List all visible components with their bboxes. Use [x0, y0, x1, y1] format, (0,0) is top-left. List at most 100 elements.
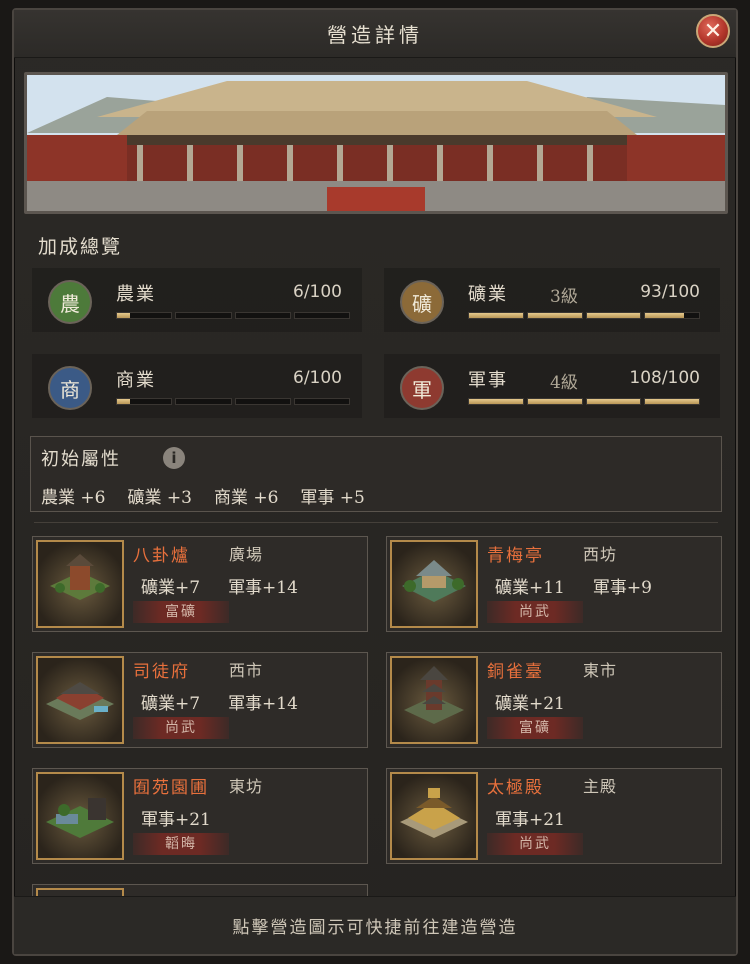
building-card[interactable]: 司徒府 西市 礦業+7 軍事+14 尚武 [32, 652, 368, 748]
building-name: 囿苑園圃 [133, 778, 209, 798]
progress-bar [468, 312, 700, 319]
progress-segment [468, 398, 524, 405]
initial-attribute: 商業 +6 [213, 488, 279, 508]
building-stat: 軍事+21 [141, 810, 211, 830]
building-card[interactable]: 太極殿 主殿 軍事+21 尚武 [386, 768, 722, 864]
stat-value: 93/100 [640, 282, 700, 302]
progress-fill [645, 313, 684, 318]
close-button[interactable]: ✕ [696, 14, 730, 48]
pavilion-building-icon[interactable] [390, 540, 478, 628]
title-bar: 營造詳情 ✕ [14, 10, 736, 58]
building-stat: 礦業+7 [141, 694, 201, 714]
building-stat: 礦業+11 [495, 578, 565, 598]
progress-segment [526, 398, 583, 405]
palace-banner-image [24, 72, 728, 214]
progress-bar [468, 398, 700, 405]
commerce-badge-icon: 商 [48, 366, 92, 410]
building-location: 西坊 [583, 545, 618, 564]
progress-segment [175, 398, 232, 405]
progress-fill [469, 399, 523, 404]
progress-segment [234, 312, 291, 319]
stat-name: 礦業 [468, 284, 508, 305]
mansion-building-icon[interactable] [36, 656, 124, 744]
progress-fill [469, 313, 523, 318]
building-stat: 軍事+14 [228, 578, 298, 598]
agriculture-badge-icon: 農 [48, 280, 92, 324]
stat-value: 108/100 [629, 368, 700, 388]
furnace-building-icon[interactable] [36, 540, 124, 628]
building-name: 司徒府 [133, 662, 190, 682]
stat-value: 6/100 [293, 368, 342, 388]
building-tag: 富礦 [487, 717, 583, 739]
progress-bar [116, 312, 350, 319]
progress-segment [175, 312, 232, 319]
building-stats: 軍事+21 [495, 805, 565, 830]
palace-building-icon[interactable] [390, 772, 478, 860]
initial-attributes-list: 農業 +6 礦業 +3 商業 +6 軍事 +5 [41, 483, 365, 508]
building-location: 西市 [229, 661, 264, 680]
building-tag: 韜晦 [133, 833, 229, 855]
initial-attribute: 礦業 +3 [127, 488, 192, 508]
stat-name: 軍事 [468, 370, 508, 391]
building-name: 太極殿 [487, 778, 544, 798]
building-card[interactable]: 八卦爐 廣場 礦業+7 軍事+14 富礦 [32, 536, 368, 632]
building-stats: 軍事+21 [141, 805, 211, 830]
building-tag: 富礦 [133, 601, 229, 623]
building-location: 東坊 [229, 777, 264, 796]
initial-attribute: 軍事 +5 [300, 488, 365, 508]
building-stat: 軍事+21 [495, 810, 565, 830]
palace-illustration [27, 75, 725, 211]
tower-building-icon[interactable] [390, 656, 478, 744]
footer-hint: 點擊營造圖示可快捷前往建造營造 [14, 896, 736, 954]
info-icon[interactable]: i [163, 447, 185, 469]
progress-fill [117, 313, 131, 318]
stat-row-mining: 礦 礦業 3級 93/100 [384, 268, 720, 332]
building-card[interactable]: 囿苑園圃 東坊 軍事+21 韜晦 [32, 768, 368, 864]
garden-building-icon[interactable] [36, 772, 124, 860]
stat-level: 3級 [550, 287, 578, 307]
progress-segment [293, 398, 350, 405]
progress-segment [116, 312, 173, 319]
progress-fill [586, 399, 641, 404]
stat-row-commerce: 商 商業 6/100 [32, 354, 362, 418]
building-tag: 尚武 [487, 833, 583, 855]
building-stat: 礦業+21 [495, 694, 565, 714]
building-location: 廣場 [229, 545, 264, 564]
progress-segment [644, 312, 700, 319]
building-stat: 軍事+9 [592, 578, 652, 598]
building-stats: 礦業+21 [495, 689, 565, 714]
initial-attributes-box: 初始屬性 i 農業 +6 礦業 +3 商業 +6 軍事 +5 [30, 436, 722, 512]
building-tag: 尚武 [487, 601, 583, 623]
building-stats: 礦業+7 軍事+14 [141, 573, 298, 598]
initial-attribute: 農業 +6 [41, 488, 106, 508]
progress-segment [526, 312, 583, 319]
progress-segment [234, 398, 291, 405]
building-card[interactable]: 青梅亭 西坊 礦業+11 軍事+9 尚武 [386, 536, 722, 632]
building-name: 青梅亭 [487, 546, 544, 566]
building-card[interactable]: 銅雀臺 東市 礦業+21 富礦 [386, 652, 722, 748]
building-name: 銅雀臺 [487, 662, 544, 682]
progress-segment [585, 312, 642, 319]
military-badge-icon: 軍 [400, 366, 444, 410]
progress-segment [644, 398, 700, 405]
bonus-overview-title: 加成總覽 [38, 236, 123, 258]
building-tag: 尚武 [133, 717, 229, 739]
progress-fill [117, 399, 131, 404]
progress-fill [527, 399, 582, 404]
mining-badge-icon: 礦 [400, 280, 444, 324]
stat-value: 6/100 [293, 282, 342, 302]
building-stat: 軍事+14 [228, 694, 298, 714]
progress-fill [645, 399, 699, 404]
building-stat: 礦業+7 [141, 578, 201, 598]
progress-fill [527, 313, 582, 318]
progress-segment [293, 312, 350, 319]
progress-bar [116, 398, 350, 405]
building-location: 東市 [583, 661, 618, 680]
progress-segment [116, 398, 173, 405]
divider [34, 522, 718, 523]
progress-fill [586, 313, 641, 318]
stat-row-military: 軍 軍事 4級 108/100 [384, 354, 720, 418]
stat-name: 農業 [116, 284, 156, 305]
progress-segment [468, 312, 524, 319]
building-stats: 礦業+7 軍事+14 [141, 689, 298, 714]
